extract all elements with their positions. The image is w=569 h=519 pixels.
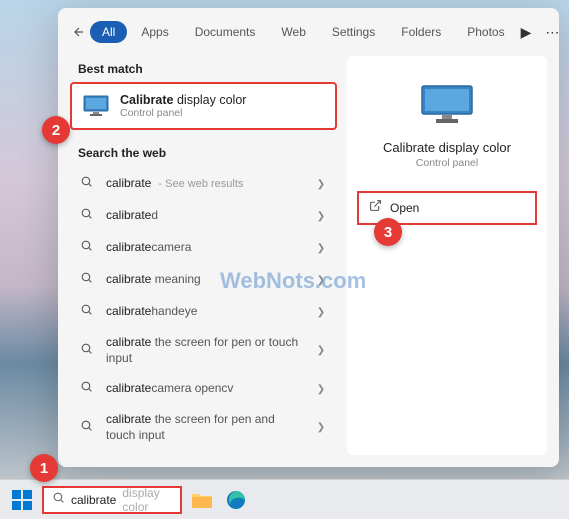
web-result-text: calibrate the screen for pen or touch in… (106, 335, 305, 366)
chevron-right-icon: ❯ (315, 422, 327, 433)
callout-2: 2 (42, 116, 70, 144)
back-button[interactable] (72, 20, 86, 44)
web-result-item[interactable]: calibratecamera ❯ (70, 232, 337, 264)
open-label: Open (390, 201, 419, 215)
file-explorer-icon[interactable] (188, 486, 216, 514)
top-bar: AllAppsDocumentsWebSettingsFoldersPhotos… (58, 8, 559, 52)
tab-folders[interactable]: Folders (389, 21, 453, 43)
taskbar-search-input[interactable]: calibrate display color (42, 486, 182, 514)
tab-apps[interactable]: Apps (129, 21, 180, 43)
best-match-title-rest: display color (174, 93, 247, 107)
web-result-text: calibratehandeye (106, 304, 305, 320)
chevron-right-icon: ❯ (315, 179, 327, 190)
web-result-item[interactable]: calibrated ❯ (70, 200, 337, 232)
chevron-right-icon: ❯ (315, 275, 327, 286)
tab-photos[interactable]: Photos (455, 21, 516, 43)
web-result-text: calibrate the screen for pen and touch i… (106, 412, 305, 443)
best-match-title-bold: Calibrate (120, 93, 174, 107)
search-results-panel: AllAppsDocumentsWebSettingsFoldersPhotos… (58, 8, 559, 467)
callout-3: 3 (374, 218, 402, 246)
search-icon (80, 419, 96, 437)
web-result-item[interactable]: calibrate the screen for pen or touch in… (70, 328, 337, 373)
search-typed-text: calibrate (71, 493, 116, 507)
search-icon (80, 175, 96, 193)
best-match-sub: Control panel (120, 107, 246, 119)
start-button[interactable] (8, 486, 36, 514)
edge-icon[interactable] (222, 486, 250, 514)
preview-title: Calibrate display color (383, 140, 511, 155)
left-column: Best match Calibrate display color Contr… (70, 56, 337, 455)
search-icon (80, 303, 96, 321)
web-result-item[interactable]: calibrate meaning ❯ (70, 264, 337, 296)
search-icon (80, 207, 96, 225)
web-result-text: calibrated (106, 208, 305, 224)
monitor-icon-large (420, 84, 474, 126)
more-icon[interactable]: ⋯ (545, 24, 559, 41)
search-icon (80, 271, 96, 289)
web-result-text: calibrate - See web results (106, 176, 305, 192)
chevron-right-icon: ❯ (315, 243, 327, 254)
play-icon[interactable]: ▶ (521, 24, 532, 41)
web-result-item[interactable]: calibrate - See web results ❯ (70, 168, 337, 200)
web-result-text: calibratecamera opencv (106, 381, 305, 397)
search-ghost-text: display color (122, 486, 172, 514)
open-icon (369, 199, 382, 217)
tab-all[interactable]: All (90, 21, 127, 43)
search-web-label: Search the web (70, 140, 337, 166)
web-result-text: calibrate meaning (106, 272, 305, 288)
search-icon (80, 342, 96, 360)
web-result-text: calibratecamera (106, 240, 305, 256)
chevron-right-icon: ❯ (315, 307, 327, 318)
chevron-right-icon: ❯ (315, 384, 327, 395)
chevron-right-icon: ❯ (315, 345, 327, 356)
search-icon (52, 491, 65, 509)
callout-1: 1 (30, 454, 58, 482)
monitor-icon (82, 92, 110, 120)
tab-documents[interactable]: Documents (183, 21, 268, 43)
best-match-label: Best match (70, 56, 337, 82)
best-match-item[interactable]: Calibrate display color Control panel (70, 82, 337, 130)
web-result-item[interactable]: calibrate the screen for pen and touch i… (70, 405, 337, 450)
search-icon (80, 239, 96, 257)
web-result-item[interactable]: calibratehandeye ❯ (70, 296, 337, 328)
search-icon (80, 380, 96, 398)
tab-settings[interactable]: Settings (320, 21, 387, 43)
web-result-item[interactable]: calibratecamera opencv ❯ (70, 373, 337, 405)
taskbar: calibrate display color (0, 479, 569, 519)
chevron-right-icon: ❯ (315, 211, 327, 222)
right-preview: Calibrate display color Control panel Op… (347, 56, 547, 455)
preview-sub: Control panel (416, 157, 478, 169)
tab-web[interactable]: Web (269, 21, 317, 43)
web-results-list: calibrate - See web results❯calibrated❯c… (70, 168, 337, 450)
